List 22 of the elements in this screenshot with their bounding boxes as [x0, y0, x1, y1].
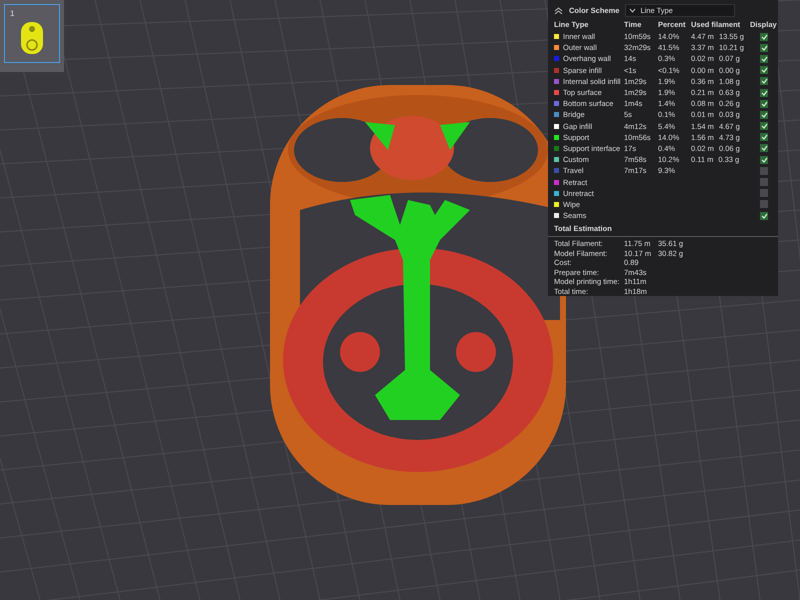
display-checkbox[interactable] [760, 77, 768, 86]
display-checkbox[interactable] [760, 178, 768, 186]
collapse-icon[interactable] [554, 7, 563, 14]
display-checkbox[interactable] [760, 156, 768, 164]
display-checkbox[interactable] [760, 88, 768, 97]
display-checkbox[interactable] [760, 100, 768, 108]
plate-number: 1 [10, 9, 14, 18]
display-checkbox[interactable] [760, 122, 768, 130]
chevron-down-icon [629, 8, 636, 13]
display-checkbox[interactable] [760, 212, 768, 220]
display-checkbox[interactable] [760, 110, 768, 119]
display-checkbox[interactable] [760, 200, 768, 208]
display-checkbox[interactable] [760, 32, 768, 41]
plate-thumbnail[interactable]: 1 [0, 0, 64, 72]
display-checkbox[interactable] [760, 189, 768, 198]
display-checkbox[interactable] [760, 44, 768, 52]
display-checkbox[interactable] [760, 54, 768, 63]
display-checkbox[interactable] [760, 166, 768, 175]
display-checkbox[interactable] [760, 144, 768, 152]
display-checkbox[interactable] [760, 66, 768, 74]
display-checkbox[interactable] [760, 133, 768, 142]
model-thumbnail-icon [20, 21, 44, 55]
